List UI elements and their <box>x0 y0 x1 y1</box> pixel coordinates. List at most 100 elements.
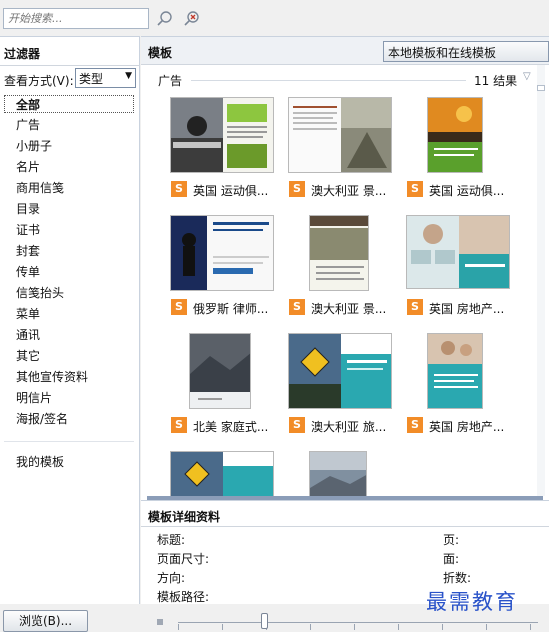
template-label: 英国 运动俱... <box>429 184 505 198</box>
template-type-icon: S <box>407 181 423 197</box>
template-type-icon: S <box>171 299 187 315</box>
filter-item-flyer[interactable]: 传单 <box>16 263 40 281</box>
filter-item-catalog[interactable]: 目录 <box>16 200 40 218</box>
template-type-icon: S <box>407 299 423 315</box>
clear-search-icon[interactable] <box>183 10 201 28</box>
search-input[interactable] <box>3 8 149 29</box>
view-mode-value: 类型 <box>79 72 104 86</box>
filter-item-ads[interactable]: 广告 <box>16 116 40 134</box>
zoom-tick <box>530 624 531 630</box>
detail-title-label: 标题: <box>157 533 186 547</box>
zoom-tick <box>222 624 223 630</box>
scrollbar-thumb[interactable] <box>537 85 545 91</box>
template-type-icon: S <box>171 417 187 433</box>
template-card[interactable] <box>285 451 409 496</box>
template-thumbnail <box>170 215 274 291</box>
template-title: 模板 <box>148 46 173 60</box>
zoom-tick <box>354 624 355 630</box>
watermark-text: 最需教育 <box>426 590 518 614</box>
filter-item-envelope[interactable]: 封套 <box>16 242 40 260</box>
detail-folds-label: 折数: <box>443 571 472 585</box>
template-card[interactable]: S 俄罗斯 律师... <box>167 215 291 329</box>
template-label: 澳大利亚 旅... <box>311 420 387 434</box>
template-type-icon: S <box>289 417 305 433</box>
filter-item-my-templates[interactable]: 我的模板 <box>16 453 64 471</box>
collapse-icon[interactable]: ▽ <box>523 71 531 82</box>
template-thumbnail <box>170 97 274 173</box>
template-thumbnail <box>288 97 392 173</box>
template-thumbnail <box>427 97 483 173</box>
template-card[interactable]: S 澳大利亚 景... <box>285 215 409 329</box>
view-mode-select[interactable]: 类型 ▼ <box>75 68 136 88</box>
template-label: 澳大利亚 景... <box>311 184 387 198</box>
template-thumbnail <box>309 215 369 291</box>
divider <box>141 526 549 527</box>
result-count: 11 结果 <box>474 74 518 88</box>
template-label: 英国 房地产... <box>429 420 505 434</box>
template-card[interactable]: S 北美 家庭式... <box>167 333 291 447</box>
template-label: 英国 运动俱... <box>193 184 269 198</box>
template-card[interactable]: S 澳大利亚 旅... <box>285 333 409 447</box>
filter-item-all[interactable]: 全部 <box>4 95 134 113</box>
zoom-slider-track[interactable] <box>178 622 538 623</box>
zoom-tick <box>442 624 443 630</box>
filter-panel: 过滤器 查看方式(V): 类型 ▼ 全部 广告 小册子 名片 商用信笺 目录 证… <box>0 36 140 604</box>
template-label: 俄罗斯 律师... <box>193 302 269 316</box>
divider <box>0 65 140 66</box>
divider <box>4 441 134 442</box>
filter-item-postcard[interactable]: 明信片 <box>16 389 52 407</box>
zoom-tick <box>486 624 487 630</box>
filter-item-letterhead[interactable]: 信笺抬头 <box>16 284 64 302</box>
filter-item-business-letter[interactable]: 商用信笺 <box>16 179 64 197</box>
zoom-tick <box>398 624 399 630</box>
template-card[interactable] <box>167 451 291 496</box>
template-card[interactable]: S 英国 房地产... <box>403 215 527 329</box>
filter-item-newsletter[interactable]: 通讯 <box>16 326 40 344</box>
detail-sides-label: 面: <box>443 552 460 566</box>
group-label: 广告 <box>158 74 183 88</box>
search-icon[interactable] <box>156 10 174 28</box>
template-header: 模板 本地模板和在线模板 <box>141 37 549 65</box>
template-thumbnail <box>406 215 510 289</box>
browse-button[interactable]: 浏览(B)... <box>3 610 88 632</box>
template-type-icon: S <box>171 181 187 197</box>
filter-item-business-card[interactable]: 名片 <box>16 158 40 176</box>
template-source-select[interactable]: 本地模板和在线模板 <box>383 41 549 62</box>
template-thumbnail <box>189 333 251 409</box>
template-card[interactable]: S 英国 房地产... <box>403 333 527 447</box>
template-type-icon: S <box>289 181 305 197</box>
template-card[interactable]: S 英国 运动俱... <box>167 97 291 211</box>
template-card[interactable]: S 澳大利亚 景... <box>285 97 409 211</box>
detail-orientation-label: 方向: <box>157 571 186 585</box>
group-divider <box>191 80 466 81</box>
detail-pages-label: 页: <box>443 533 460 547</box>
template-label: 澳大利亚 景... <box>311 302 387 316</box>
filter-item-menu[interactable]: 菜单 <box>16 305 40 323</box>
filter-item-poster[interactable]: 海报/签名 <box>16 410 68 428</box>
zoom-tick <box>310 624 311 630</box>
template-panel: 模板 本地模板和在线模板 广告 11 结果 ▽ S 英国 运动俱... S 澳大… <box>141 36 549 605</box>
filter-item-certificate[interactable]: 证书 <box>16 221 40 239</box>
view-mode-label: 查看方式(V): <box>4 74 74 88</box>
template-type-icon: S <box>289 299 305 315</box>
zoom-slider-thumb[interactable] <box>261 613 268 629</box>
template-label: 北美 家庭式... <box>193 420 269 434</box>
filter-item-other-promo[interactable]: 其他宣传资料 <box>16 368 88 386</box>
zoom-small-icon[interactable] <box>157 619 163 625</box>
details-title: 模板详细资料 <box>148 510 221 524</box>
template-thumbnail <box>427 333 483 409</box>
search-toolbar <box>0 0 549 36</box>
template-label: 英国 房地产... <box>429 302 505 316</box>
template-thumbnail <box>288 333 392 409</box>
detail-template-path-label: 模板路径: <box>157 590 210 604</box>
template-gallery: 广告 11 结果 ▽ S 英国 运动俱... S 澳大利亚 景... S 英国 … <box>147 65 543 496</box>
vertical-scrollbar[interactable] <box>537 65 545 496</box>
template-thumbnail <box>309 451 367 496</box>
filter-item-other[interactable]: 其它 <box>16 347 40 365</box>
detail-page-size-label: 页面尺寸: <box>157 552 210 566</box>
filter-title: 过滤器 <box>4 47 41 61</box>
template-card[interactable]: S 英国 运动俱... <box>403 97 527 211</box>
chevron-down-icon: ▼ <box>125 71 132 81</box>
filter-item-brochure[interactable]: 小册子 <box>16 137 52 155</box>
zoom-tick <box>178 624 179 630</box>
